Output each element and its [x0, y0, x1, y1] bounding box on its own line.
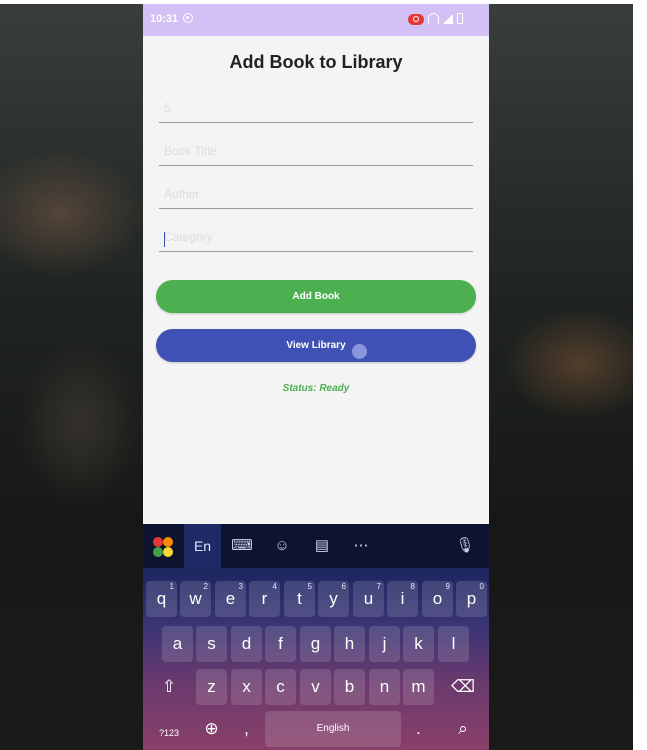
key-y[interactable]: 6y: [318, 581, 349, 617]
key-r[interactable]: 4r: [249, 581, 280, 617]
author-input[interactable]: [159, 180, 473, 208]
globe-icon[interactable]: ⊕: [196, 711, 227, 747]
keyboard-toolbar: En ⌨ ☺ ▤ ⋯ 🎙: [143, 524, 489, 568]
settings-icon: [183, 13, 193, 23]
key-d[interactable]: d: [231, 626, 262, 662]
key-a[interactable]: a: [162, 626, 193, 662]
touch-indicator: [352, 344, 367, 359]
view-library-button[interactable]: View Library: [156, 329, 476, 362]
key-u[interactable]: 7u: [353, 581, 384, 617]
app-logo-icon[interactable]: [153, 537, 173, 557]
text-cursor: [164, 232, 165, 247]
key-w[interactable]: 2w: [180, 581, 211, 617]
phone-screen: 10:31 Add Book to Library Add Book View …: [143, 4, 489, 750]
book-id-input[interactable]: [159, 94, 473, 122]
key-h[interactable]: h: [334, 626, 365, 662]
key-t[interactable]: 5t: [284, 581, 315, 617]
book-title-field[interactable]: [159, 137, 473, 166]
backspace-key[interactable]: ⌫: [445, 669, 481, 705]
status-time: 10:31: [150, 13, 179, 25]
add-book-button[interactable]: Add Book: [156, 280, 476, 313]
key-g[interactable]: g: [300, 626, 331, 662]
search-icon[interactable]: ⌕: [445, 711, 481, 747]
clipboard-icon[interactable]: ▤: [311, 535, 333, 557]
key-i[interactable]: 8i: [387, 581, 418, 617]
book-title-input[interactable]: [159, 137, 473, 165]
period-key[interactable]: .: [403, 711, 434, 747]
key-l[interactable]: l: [438, 626, 469, 662]
key-z[interactable]: z: [196, 669, 227, 705]
battery-icon: [457, 13, 463, 24]
signal-icon: [443, 14, 453, 24]
category-input[interactable]: [159, 223, 473, 251]
key-q[interactable]: 1q: [146, 581, 177, 617]
keyboard-layout-icon[interactable]: ⌨: [231, 535, 253, 557]
key-v[interactable]: v: [300, 669, 331, 705]
key-b[interactable]: b: [334, 669, 365, 705]
screen-record-icon: [408, 14, 424, 25]
key-c[interactable]: c: [265, 669, 296, 705]
status-text: Status: Ready: [282, 383, 350, 394]
key-k[interactable]: k: [403, 626, 434, 662]
key-f[interactable]: f: [265, 626, 296, 662]
microphone-icon[interactable]: 🎙: [454, 535, 476, 557]
symbols-key[interactable]: ?123: [151, 711, 187, 747]
key-n[interactable]: n: [369, 669, 400, 705]
category-field[interactable]: [159, 223, 473, 252]
more-icon[interactable]: ⋯: [350, 535, 372, 557]
author-field[interactable]: [159, 180, 473, 209]
page-title: Add Book to Library: [229, 52, 403, 72]
key-o[interactable]: 9o: [422, 581, 453, 617]
key-j[interactable]: j: [369, 626, 400, 662]
hotspot-icon: [428, 13, 439, 24]
soft-keyboard: En ⌨ ☺ ▤ ⋯ 🎙 1q 2w 3e 4r 5t 6y 7u 8i 9o …: [143, 524, 489, 750]
language-tab[interactable]: En: [184, 524, 221, 568]
key-x[interactable]: x: [231, 669, 262, 705]
book-id-field[interactable]: [159, 94, 473, 123]
key-m[interactable]: m: [403, 669, 434, 705]
shift-key[interactable]: ⇧: [151, 669, 187, 705]
status-bar: 10:31: [143, 4, 489, 36]
comma-key[interactable]: ,: [231, 711, 262, 747]
space-key[interactable]: English: [265, 711, 401, 747]
key-p[interactable]: 0p: [456, 581, 487, 617]
emoji-icon[interactable]: ☺: [271, 535, 293, 557]
key-e[interactable]: 3e: [215, 581, 246, 617]
key-s[interactable]: s: [196, 626, 227, 662]
